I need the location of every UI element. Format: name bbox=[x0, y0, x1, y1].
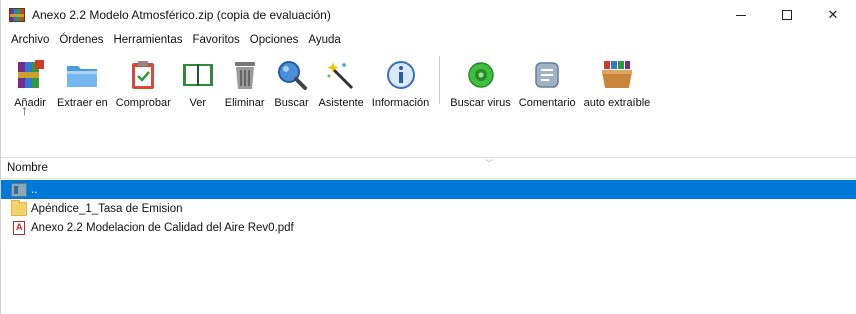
view-label: Ver bbox=[189, 97, 207, 109]
pdf-file-icon bbox=[13, 220, 25, 235]
minimize-button[interactable] bbox=[718, 0, 764, 30]
test-button[interactable]: Comprobar bbox=[112, 56, 175, 109]
maximize-button[interactable] bbox=[764, 0, 810, 30]
comment-button[interactable]: Comentario bbox=[515, 56, 580, 109]
toolbar-separator bbox=[439, 56, 441, 104]
winrar-app-icon[interactable] bbox=[9, 8, 25, 22]
delete-button[interactable]: Eliminar bbox=[221, 56, 269, 109]
comment-label: Comentario bbox=[518, 97, 576, 109]
window-controls: ✕ bbox=[718, 0, 856, 30]
menu-ayuda[interactable]: Ayuda bbox=[303, 34, 345, 46]
list-item-name: Apéndice_1_Tasa de Emision bbox=[31, 202, 183, 215]
virus-scan-label: Buscar virus bbox=[450, 97, 511, 109]
book-icon bbox=[179, 56, 217, 94]
add-archive-icon bbox=[11, 56, 49, 94]
comment-icon bbox=[528, 56, 566, 94]
wizard-button[interactable]: Asistente bbox=[315, 56, 368, 109]
maximize-icon bbox=[782, 10, 792, 20]
info-button[interactable]: Información bbox=[368, 56, 433, 109]
list-item-name: .. bbox=[31, 183, 38, 196]
test-label: Comprobar bbox=[115, 97, 171, 109]
find-label: Buscar bbox=[274, 97, 309, 109]
close-icon: ✕ bbox=[827, 7, 839, 22]
list-item-pdf[interactable]: Anexo 2.2 Modelacion de Calidad del Aire… bbox=[1, 218, 856, 237]
minimize-icon bbox=[736, 14, 746, 16]
menu-opciones[interactable]: Opciones bbox=[245, 34, 304, 46]
list-item-name: Anexo 2.2 Modelacion de Calidad del Aire… bbox=[31, 221, 294, 234]
clipboard-check-icon bbox=[124, 56, 162, 94]
delete-label: Eliminar bbox=[224, 97, 265, 109]
info-label: Información bbox=[371, 97, 430, 109]
virus-scan-button[interactable]: Buscar virus bbox=[446, 56, 515, 109]
file-list: .. Apéndice_1_Tasa de Emision Anexo 2.2 … bbox=[1, 180, 856, 314]
view-button[interactable]: Ver bbox=[175, 56, 221, 109]
chevron-down-icon: ﹀ bbox=[485, 159, 493, 168]
menu-favoritos[interactable]: Favoritos bbox=[188, 34, 245, 46]
file-list-header: Nombre ﹀ bbox=[1, 157, 856, 179]
magic-wand-icon bbox=[322, 56, 360, 94]
add-button[interactable]: Añadir bbox=[7, 56, 53, 109]
self-extracting-box-icon bbox=[598, 56, 636, 94]
list-item-folder[interactable]: Apéndice_1_Tasa de Emision bbox=[1, 199, 856, 218]
title-bar[interactable]: Anexo 2.2 Modelo Atmosférico.zip (copia … bbox=[1, 0, 856, 30]
folder-extract-icon bbox=[63, 56, 101, 94]
extract-label: Extraer en bbox=[57, 97, 108, 109]
up-one-level-icon[interactable]: ↑ bbox=[21, 102, 28, 118]
magnifier-icon bbox=[273, 56, 311, 94]
trash-icon bbox=[226, 56, 264, 94]
menu-ordenes[interactable]: Órdenes bbox=[54, 34, 108, 46]
folder-icon bbox=[11, 199, 27, 216]
extract-button[interactable]: Extraer en bbox=[53, 56, 112, 109]
menu-bar: Archivo Órdenes Herramientas Favoritos O… bbox=[1, 30, 856, 50]
winrar-window: Anexo 2.2 Modelo Atmosférico.zip (copia … bbox=[0, 0, 856, 314]
menu-archivo[interactable]: Archivo bbox=[6, 34, 54, 46]
close-button[interactable]: ✕ bbox=[810, 0, 856, 30]
virus-icon bbox=[462, 56, 500, 94]
add-label: Añadir bbox=[14, 97, 46, 109]
parent-folder-icon bbox=[11, 182, 27, 197]
info-icon bbox=[382, 56, 420, 94]
window-title: Anexo 2.2 Modelo Atmosférico.zip (copia … bbox=[32, 8, 331, 22]
toolbar: Añadir Extraer en Comprobar Ver Eliminar… bbox=[1, 50, 856, 130]
menu-herramientas[interactable]: Herramientas bbox=[108, 34, 187, 46]
wizard-label: Asistente bbox=[318, 97, 364, 109]
column-name-header[interactable]: Nombre bbox=[7, 162, 48, 174]
find-button[interactable]: Buscar bbox=[269, 56, 315, 109]
list-item-parent[interactable]: .. bbox=[1, 180, 856, 199]
sfx-button[interactable]: auto extraíble bbox=[580, 56, 655, 109]
sfx-label: auto extraíble bbox=[583, 97, 651, 109]
